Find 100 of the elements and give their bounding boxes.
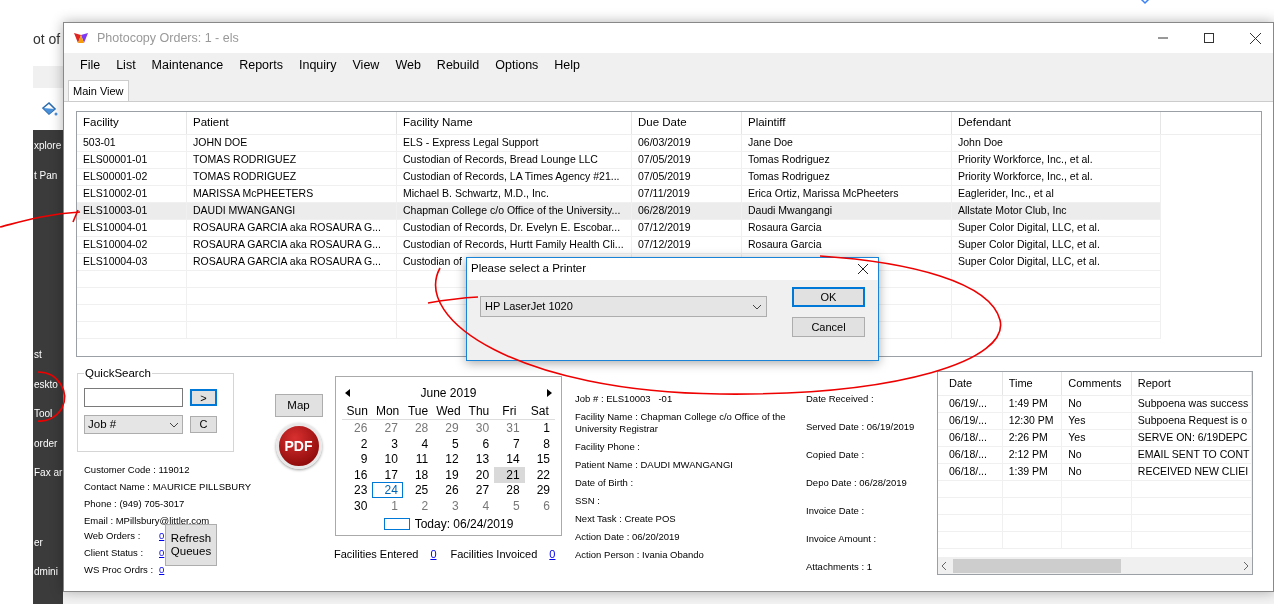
queue-count-link[interactable]: 0 (159, 563, 165, 576)
close-icon[interactable] (858, 264, 868, 274)
calendar-day[interactable]: 29 (524, 482, 555, 498)
menu-item[interactable]: Web (387, 55, 429, 75)
map-button[interactable]: Map (274, 394, 323, 417)
column-header[interactable]: Due Date (632, 112, 742, 134)
table-row[interactable]: ELS00001-02 TOMAS RODRIGUEZ Custodian of Records, LA Times Agency #21... 07/05/2019 Tomas Rodriguez Priority Workforce, Inc., et al. (77, 169, 1161, 186)
calendar-day[interactable]: 27 (463, 482, 495, 498)
today-label[interactable]: Today: 06/24/2019 (414, 515, 514, 533)
calendar-day[interactable]: 1 (372, 497, 403, 514)
calendar-day[interactable]: 20 (463, 466, 495, 483)
menu-item[interactable]: Reports (231, 55, 291, 75)
column-header[interactable]: Facility Name (397, 112, 632, 134)
next-month-icon[interactable] (546, 389, 553, 397)
sidebar-item[interactable]: t Pan (34, 169, 63, 182)
calendar-day[interactable]: 14 (494, 451, 525, 467)
calendar-day[interactable]: 29 (433, 420, 464, 436)
calendar-day[interactable]: 4 (463, 497, 495, 514)
calendar-day[interactable]: 30 (342, 497, 373, 514)
calendar-day[interactable]: 10 (372, 451, 403, 467)
calendar-day[interactable]: 19 (433, 466, 464, 483)
calendar-day[interactable]: 24 (372, 482, 403, 498)
column-header[interactable]: Date (943, 372, 1003, 395)
calendar-day[interactable]: 7 (494, 435, 525, 452)
search-field[interactable] (84, 388, 183, 407)
sidebar-item[interactable]: er (34, 536, 63, 549)
menu-item[interactable]: Help (546, 55, 589, 75)
table-row[interactable]: ELS00001-01 TOMAS RODRIGUEZ Custodian of Records, Bread Lounge LLC 07/05/2019 Tomas Rodriguez Priority Workforce, Inc., et al. (77, 152, 1161, 169)
calendar-day[interactable]: 28 (494, 482, 525, 498)
scrollbar-thumb[interactable] (953, 558, 1121, 573)
calendar-day[interactable]: 3 (372, 435, 403, 452)
column-header[interactable]: Plaintiff (742, 112, 952, 134)
queue-count-link[interactable]: 0 (159, 546, 165, 559)
dialog-button[interactable]: OK (792, 287, 865, 307)
column-header[interactable]: Facility (77, 112, 187, 134)
calendar-day[interactable]: 8 (524, 435, 555, 452)
calendar-day[interactable]: 15 (524, 451, 555, 467)
menu-item[interactable]: Maintenance (143, 55, 232, 75)
dialog-button[interactable]: Cancel (792, 317, 865, 337)
calendar-day[interactable]: 23 (342, 482, 373, 498)
menu-item[interactable]: List (108, 55, 144, 75)
pdf-button[interactable]: PDF (275, 423, 322, 469)
scroll-left-icon[interactable] (942, 561, 947, 570)
calendar-day[interactable]: 6 (524, 497, 555, 514)
calendar-day[interactable]: 5 (494, 497, 525, 514)
table-row[interactable]: ELS10003-01 DAUDI MWANGANGI Chapman College c/o Office of the University... 06/28/2019 Daudi Mwangangi Allstate Motor Club, Inc (77, 203, 1161, 220)
calendar-day[interactable]: 28 (402, 420, 434, 436)
printer-dropdown[interactable]: HP LaserJet 1020 (480, 296, 767, 317)
close-icon[interactable] (1250, 32, 1261, 44)
column-header[interactable]: Comments (1062, 372, 1132, 395)
sidebar-item[interactable]: xplore (34, 140, 63, 152)
tab[interactable]: Main View (68, 80, 129, 101)
menu-item[interactable]: Rebuild (428, 55, 488, 75)
calendar-day[interactable]: 26 (342, 420, 373, 436)
calendar-day[interactable]: 3 (433, 497, 464, 514)
menu-item[interactable]: Options (487, 55, 547, 75)
calendar-day[interactable]: 17 (372, 466, 403, 483)
maximize-icon[interactable] (1204, 33, 1214, 43)
calendar-day[interactable]: 11 (402, 451, 434, 467)
sidebar-item[interactable]: Fax ar (34, 467, 63, 479)
table-row[interactable]: 503-01 JOHN DOE ELS - Express Legal Support 06/03/2019 Jane Doe John Doe (77, 135, 1161, 152)
sidebar-item[interactable]: order (34, 437, 63, 450)
column-header[interactable]: Patient (187, 112, 397, 134)
calendar-day[interactable]: 16 (342, 466, 373, 483)
sidebar-item[interactable]: Tool (34, 408, 63, 420)
table-row[interactable]: ELS10004-02 ROSAURA GARCIA aka ROSAURA G... Custodian of Records, Hurtt Family Health Cli... 07/12/2019 Rosaura Garcia Super Color Digital, LLC, et al. (77, 237, 1161, 254)
calendar-day[interactable]: 1 (524, 420, 555, 436)
calendar-day[interactable]: 30 (463, 420, 495, 436)
menu-item[interactable]: Inquiry (290, 55, 345, 75)
calendar-day[interactable]: 12 (433, 451, 464, 467)
calendar-day[interactable]: 13 (463, 451, 495, 467)
column-header[interactable]: Report (1131, 372, 1252, 395)
calendar-day[interactable]: 9 (342, 451, 373, 467)
table-row[interactable]: ELS10004-01 ROSAURA GARCIA aka ROSAURA G... Custodian of Records, Dr. Evelyn E. Escobar... 07/12/2019 Rosaura Garcia Super Color Digital, LLC, et al. (77, 220, 1161, 237)
calendar-day[interactable]: 4 (402, 435, 434, 452)
calendar-day[interactable]: 27 (372, 420, 403, 436)
calendar-day[interactable]: 26 (433, 482, 464, 498)
previous-month-icon[interactable] (344, 389, 351, 397)
facilities-count-link[interactable]: 0 (430, 546, 437, 563)
column-header[interactable]: Defendant (952, 112, 1161, 134)
calendar-day[interactable]: 21 (494, 466, 525, 483)
search-type-dropdown[interactable]: Job # (84, 415, 183, 434)
menu-item[interactable]: File (72, 55, 109, 75)
calendar-day[interactable]: 6 (463, 435, 495, 452)
calendar-day[interactable]: 5 (433, 435, 464, 452)
menu-item[interactable]: View (344, 55, 388, 75)
sidebar-item[interactable]: dmini (34, 566, 63, 578)
facilities-count-link[interactable]: 0 (549, 546, 556, 563)
scroll-right-icon[interactable] (1243, 561, 1248, 570)
sidebar-item[interactable]: st (34, 349, 63, 361)
calendar-day[interactable]: 22 (524, 466, 555, 483)
sidebar-item[interactable]: eskto (34, 378, 63, 391)
column-header[interactable]: Time (1002, 372, 1063, 395)
refresh-queues-button[interactable]: Refresh Queues (165, 523, 217, 566)
calendar-day[interactable]: 31 (494, 420, 525, 436)
calendar-day[interactable]: 2 (342, 435, 373, 452)
clear-button[interactable]: C (190, 416, 217, 433)
calendar-day[interactable]: 2 (402, 497, 434, 514)
search-button[interactable]: > (190, 389, 217, 406)
calendar-day[interactable]: 18 (402, 466, 434, 483)
